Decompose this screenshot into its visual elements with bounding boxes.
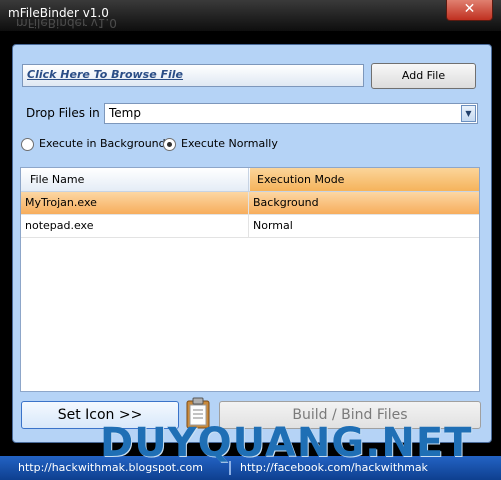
cell-execution-mode: Background xyxy=(253,196,319,209)
watermark: DUYQUANG.NET xyxy=(100,420,473,466)
browse-field[interactable]: Click Here To Browse File xyxy=(22,64,364,87)
title-bar: mFileBinder v1.0 mFileBinder v1.0 ✕ xyxy=(0,0,501,31)
drop-files-label: Drop Files in xyxy=(26,106,100,120)
table-row[interactable]: MyTrojan.exe Background xyxy=(21,192,479,215)
cell-execution-mode: Normal xyxy=(253,219,293,232)
column-header-file-name[interactable]: File Name xyxy=(21,168,249,191)
radio-label-normally: Execute Normally xyxy=(181,137,278,150)
drop-location-value: Temp xyxy=(109,106,141,120)
add-file-button[interactable]: Add File xyxy=(371,63,476,89)
column-header-execution-mode[interactable]: Execution Mode xyxy=(250,168,479,191)
window-title-reflection: mFileBinder v1.0 xyxy=(16,16,117,30)
table-row[interactable]: notepad.exe Normal xyxy=(21,215,479,238)
radio-button-normally[interactable] xyxy=(163,138,176,151)
radio-button-background[interactable] xyxy=(21,138,34,151)
drop-location-select[interactable]: Temp ▼ xyxy=(104,103,478,124)
close-button[interactable]: ✕ xyxy=(446,0,493,21)
cell-file-name: MyTrojan.exe xyxy=(21,192,249,214)
files-table[interactable]: File Name Execution Mode MyTrojan.exe Ba… xyxy=(20,167,480,392)
radio-label-background: Execute in Background xyxy=(39,137,166,150)
table-header: File Name Execution Mode xyxy=(21,168,479,192)
chevron-down-icon[interactable]: ▼ xyxy=(461,105,476,122)
cell-file-name: notepad.exe xyxy=(21,215,249,237)
browse-file-link[interactable]: Click Here To Browse File xyxy=(27,68,183,81)
